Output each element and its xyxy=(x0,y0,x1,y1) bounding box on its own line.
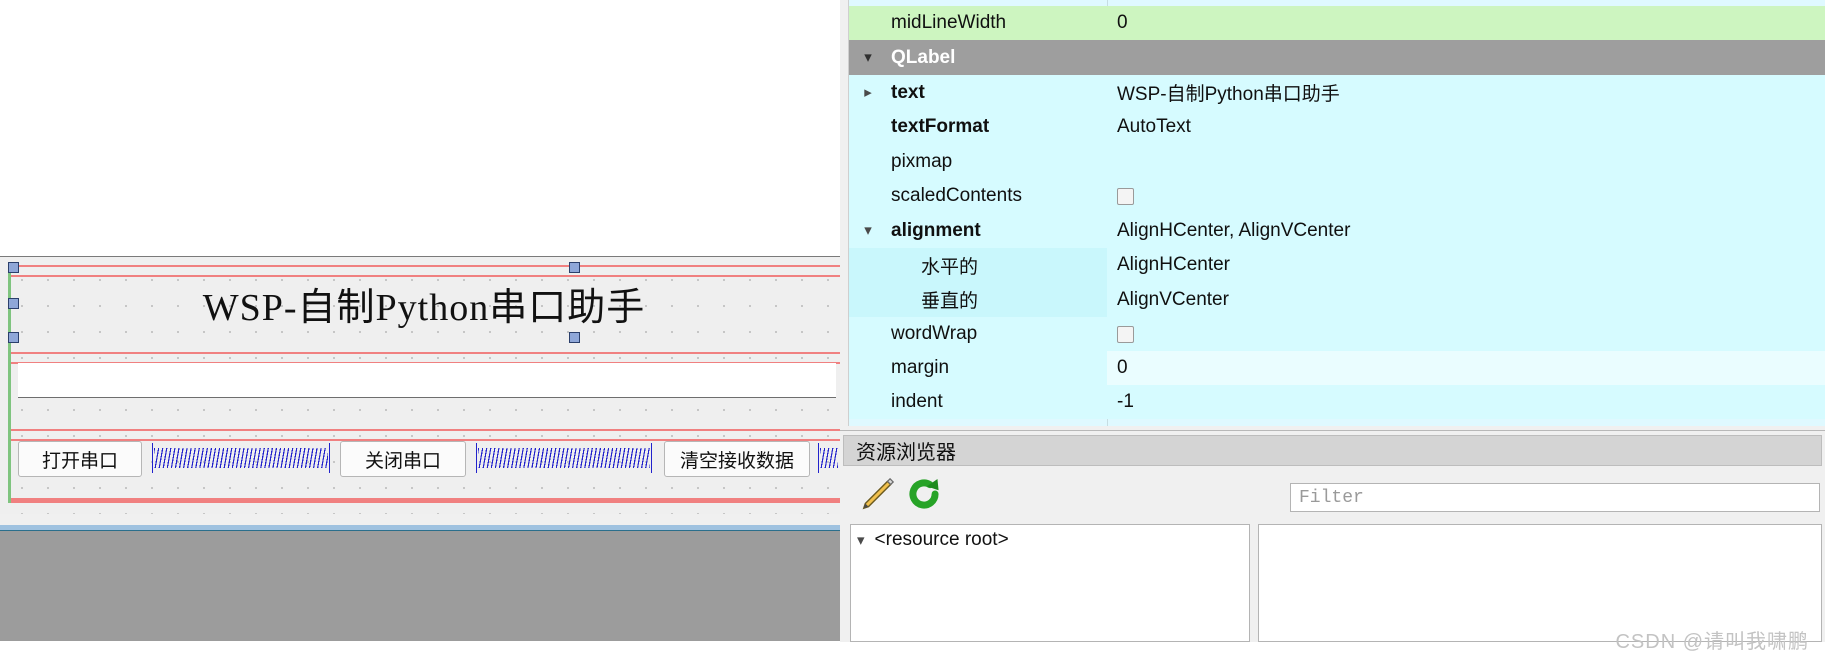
resize-handle-bottom-center[interactable] xyxy=(569,332,580,343)
resource-tree[interactable]: ▾ <resource root> xyxy=(850,524,1250,642)
property-value[interactable]: AlignHCenter, AlignVCenter xyxy=(1107,213,1825,248)
resize-handle-bottom-left[interactable] xyxy=(8,332,19,343)
property-name: text xyxy=(887,75,1107,110)
close-serial-button[interactable]: 关闭串口 xyxy=(340,441,466,477)
resize-handle-top-center[interactable] xyxy=(569,262,580,273)
property-value[interactable]: 0 xyxy=(1107,6,1825,40)
row-gutter xyxy=(849,179,887,213)
property-value[interactable]: -1 xyxy=(1107,385,1825,419)
open-serial-button[interactable]: 打开串口 xyxy=(18,441,142,477)
property-value[interactable] xyxy=(1107,144,1825,179)
layout-guide-line xyxy=(10,352,840,354)
property-name: pixmap xyxy=(887,144,1107,179)
horizontal-spacer[interactable] xyxy=(152,443,330,473)
property-row[interactable]: margin 0 xyxy=(849,351,1825,385)
chevron-down-icon[interactable]: ▾ xyxy=(849,213,887,248)
chevron-down-icon[interactable]: ▾ xyxy=(849,40,887,75)
resize-handle-top-left[interactable] xyxy=(8,262,19,273)
row-gutter xyxy=(849,248,887,282)
property-row[interactable]: indent -1 xyxy=(849,385,1825,419)
horizontal-spacer[interactable] xyxy=(476,443,652,473)
chevron-down-icon[interactable]: ▾ xyxy=(857,533,865,548)
property-name: 垂直的 xyxy=(887,282,1107,317)
screenshot-root: WSP-自制Python串口助手 打开串口 关闭串口 清空接收数据 midLin… xyxy=(0,0,1825,653)
clear-received-data-button[interactable]: 清空接收数据 xyxy=(664,441,810,477)
chevron-right-icon[interactable]: ▸ xyxy=(849,75,887,110)
receive-text-field[interactable] xyxy=(18,363,836,398)
right-dock-area: midLineWidth 0 ▾ QLabel ▸ text WSP-自制Python串口助… xyxy=(840,0,1825,653)
property-row[interactable]: 水平的 AlignHCenter xyxy=(849,248,1825,282)
row-gutter xyxy=(849,282,887,317)
property-value[interactable]: AlignHCenter xyxy=(1107,248,1825,282)
property-row[interactable]: wordWrap xyxy=(849,317,1825,351)
property-name: scaledContents xyxy=(887,179,1107,213)
property-value[interactable]: 0 xyxy=(1107,351,1825,385)
layout-guide-line xyxy=(10,498,840,503)
property-row[interactable]: scaledContents xyxy=(849,179,1825,213)
property-name: wordWrap xyxy=(887,317,1107,351)
property-row[interactable]: ▾ QLabel xyxy=(849,40,1825,75)
pencil-icon[interactable] xyxy=(859,475,897,518)
property-row[interactable]: textFormat AutoText xyxy=(849,110,1825,144)
horizontal-spacer[interactable] xyxy=(818,443,840,473)
property-value[interactable]: WSP-自制Python串口助手 xyxy=(1107,75,1825,110)
property-row[interactable]: ▸ text WSP-自制Python串口助手 xyxy=(849,75,1825,110)
row-gutter xyxy=(849,110,887,144)
property-name: indent xyxy=(887,385,1107,419)
resource-browser-title: 资源浏览器 xyxy=(843,435,1822,466)
property-value[interactable] xyxy=(1107,40,1825,75)
resource-preview-pane: CSDN @请叫我啸鹏 xyxy=(1258,524,1822,653)
resource-tree-root-label: <resource root> xyxy=(874,529,1009,550)
designer-background xyxy=(0,531,840,641)
property-row[interactable]: midLineWidth 0 xyxy=(849,6,1825,40)
property-name: QLabel xyxy=(887,40,1107,75)
row-gutter xyxy=(849,144,887,179)
row-gutter xyxy=(849,351,887,385)
resource-filter-input[interactable]: Filter xyxy=(1290,483,1820,512)
form-title-label[interactable]: WSP-自制Python串口助手 xyxy=(14,272,834,334)
checkbox-unchecked-icon[interactable] xyxy=(1117,325,1134,343)
resource-tree-root-item[interactable]: ▾ <resource root> xyxy=(851,525,1249,555)
form-design-canvas[interactable]: WSP-自制Python串口助手 打开串口 关闭串口 清空接收数据 xyxy=(0,0,840,641)
property-row[interactable]: 垂直的 AlignVCenter xyxy=(849,282,1825,317)
checkbox-unchecked-icon[interactable] xyxy=(1117,187,1134,205)
layout-guide-line xyxy=(10,429,840,431)
resize-handle-mid-left[interactable] xyxy=(8,298,19,309)
property-value[interactable] xyxy=(1107,179,1825,213)
csdn-watermark: CSDN @请叫我啸鹏 xyxy=(1615,631,1809,653)
property-value[interactable]: AutoText xyxy=(1107,110,1825,144)
property-value[interactable] xyxy=(1107,317,1825,351)
canvas-empty-area xyxy=(0,0,840,256)
property-editor-table[interactable]: midLineWidth 0 ▾ QLabel ▸ text WSP-自制Python串口助… xyxy=(849,0,1825,426)
form-status-bar xyxy=(0,514,840,525)
row-gutter xyxy=(849,317,887,351)
property-name: alignment xyxy=(887,213,1107,248)
row-gutter xyxy=(849,6,887,40)
row-gutter xyxy=(849,385,887,419)
refresh-icon[interactable] xyxy=(905,475,943,518)
property-name: margin xyxy=(887,351,1107,385)
property-row[interactable]: pixmap xyxy=(849,144,1825,179)
property-name: 水平的 xyxy=(887,248,1107,282)
resource-browser-dock: 资源浏览器 Filter ▾ <resource root> CSDN @请叫我… xyxy=(840,430,1825,653)
property-name: textFormat xyxy=(887,110,1107,144)
property-name: midLineWidth xyxy=(887,6,1107,40)
property-value[interactable]: AlignVCenter xyxy=(1107,282,1825,317)
property-row[interactable]: ▾ alignment AlignHCenter, AlignVCenter xyxy=(849,213,1825,248)
property-editor-scrollbar[interactable] xyxy=(840,0,849,426)
